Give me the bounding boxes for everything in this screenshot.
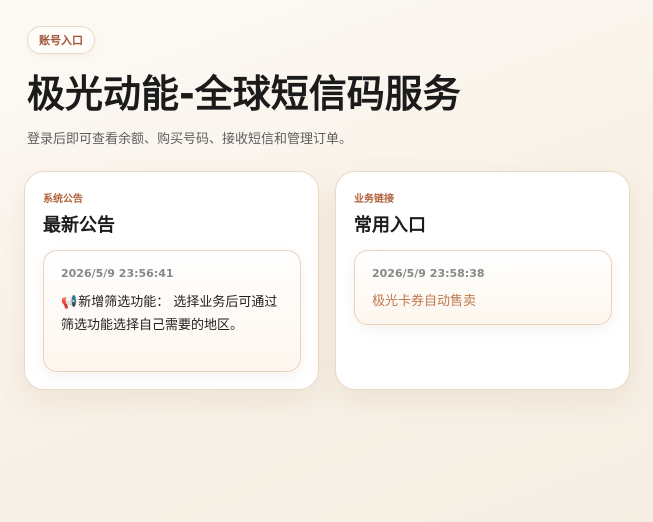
account-entry-label: 账号入口 (39, 34, 83, 47)
link-item: 2026/5/9 23:58:38 极光卡券自动售卖 (354, 250, 612, 325)
links-title: 常用入口 (354, 215, 426, 236)
announcement-eyebrow: 系统公告 (43, 194, 83, 205)
page-title: 极光动能-全球短信码服务 (27, 72, 461, 116)
page-subtitle: 登录后即可查看余额、购买号码、接收短信和管理订单。 (27, 132, 353, 147)
announcement-title: 最新公告 (43, 215, 115, 236)
links-card: 业务链接 常用入口 2026/5/9 23:58:38 极光卡券自动售卖 (335, 171, 630, 390)
announcement-item: 2026/5/9 23:56:41 📢新增筛选功能： 选择业务后可通过筛选功能选… (43, 250, 301, 372)
announcement-body: 📢新增筛选功能： 选择业务后可通过筛选功能选择自己需要的地区。 (61, 291, 286, 337)
announcement-card: 系统公告 最新公告 2026/5/9 23:56:41 📢新增筛选功能： 选择业… (24, 171, 319, 390)
links-eyebrow: 业务链接 (354, 194, 394, 205)
announcement-timestamp: 2026/5/9 23:56:41 (61, 267, 174, 280)
account-entry-badge[interactable]: 账号入口 (27, 26, 95, 54)
link-timestamp: 2026/5/9 23:58:38 (372, 267, 485, 280)
megaphone-icon: 📢 (61, 295, 78, 310)
announcement-text: 新增筛选功能： 选择业务后可通过筛选功能选择自己需要的地区。 (61, 295, 278, 333)
card-shop-link[interactable]: 极光卡券自动售卖 (372, 290, 476, 309)
